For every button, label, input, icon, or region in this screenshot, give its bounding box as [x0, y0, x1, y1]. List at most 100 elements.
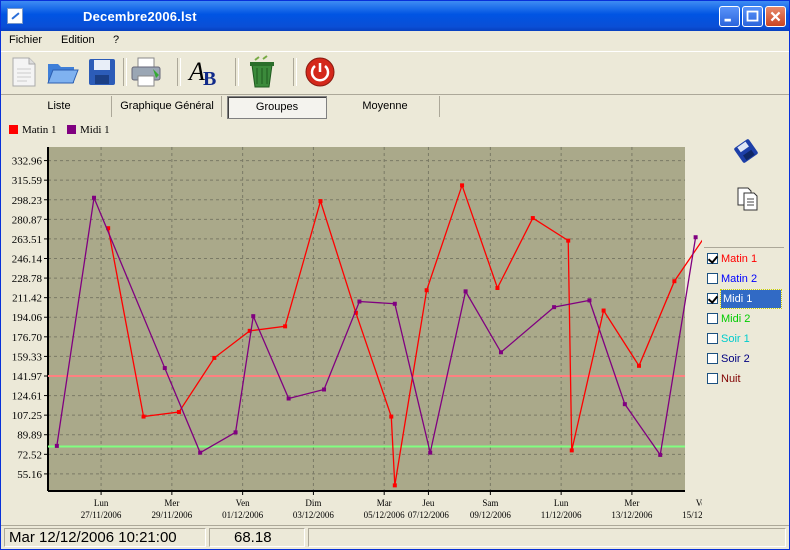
data-point [92, 195, 97, 200]
x-tick-label-date: 05/12/2006 [364, 510, 406, 520]
data-point [286, 396, 291, 401]
series-item-soir-1[interactable]: Soir 1 [706, 330, 782, 348]
series-label: Midi 1 [720, 289, 782, 309]
x-tick-label-date: 03/12/2006 [293, 510, 335, 520]
data-point [318, 199, 323, 204]
tab-liste[interactable]: Liste [7, 96, 112, 117]
series-item-matin-1[interactable]: Matin 1 [706, 250, 782, 268]
data-point [566, 238, 571, 243]
tab-strip: Liste Graphique Général Groupes Moyenne [1, 95, 789, 119]
x-tick-label-date: 27/11/2006 [81, 510, 122, 520]
tab-moyenne[interactable]: Moyenne [331, 96, 440, 117]
save-icon[interactable] [85, 55, 119, 89]
series-item-midi-2[interactable]: Midi 2 [706, 310, 782, 328]
data-point [283, 324, 288, 329]
svg-text:B: B [203, 68, 216, 89]
legend-swatch [9, 125, 18, 134]
new-icon[interactable] [7, 55, 41, 89]
status-value: 68.18 [209, 528, 305, 547]
data-point [672, 279, 677, 284]
toolbar: AB [1, 51, 789, 95]
chart-panel: Matin 1 Midi 1 332.96 315.59 298.23 280.87 2… [3, 121, 702, 521]
tab-groupes[interactable]: Groupes [227, 96, 327, 119]
y-tick-label: 246.14 [12, 254, 43, 266]
data-point [622, 402, 627, 407]
data-point [357, 299, 362, 304]
x-tick-label-date: 09/12/2006 [470, 510, 512, 520]
checkbox[interactable] [707, 353, 718, 364]
close-button[interactable] [765, 6, 786, 27]
print-icon[interactable] [129, 55, 163, 89]
checkbox[interactable] [707, 273, 718, 284]
data-point [392, 301, 397, 306]
status-datetime: Mar 12/12/2006 10:21:00 [4, 528, 206, 547]
data-point [552, 305, 557, 310]
data-point [636, 363, 641, 368]
series-label: Soir 2 [721, 353, 750, 365]
y-tick-label: 141.97 [12, 371, 43, 383]
title-bar[interactable]: Decembre2006.lst [1, 1, 789, 31]
legend-label: Matin 1 [22, 124, 57, 136]
line-chart: 332.96 315.59 298.23 280.87 263.51 246.14 228.… [12, 147, 702, 520]
x-tick-label-day: Mar [377, 498, 392, 508]
checkbox[interactable] [707, 373, 718, 384]
checkbox[interactable] [707, 313, 718, 324]
data-point [424, 288, 429, 293]
menu-edition[interactable]: Edition [61, 34, 95, 46]
checkbox[interactable] [707, 253, 718, 264]
data-point [198, 450, 203, 455]
right-panel: Matin 1 Matin 2 Midi 1 Midi 2 Soir 1 Soi… [704, 121, 789, 521]
y-tick-label: 228.78 [12, 273, 43, 285]
data-point [428, 450, 433, 455]
x-tick-label-date: 01/12/2006 [222, 510, 264, 520]
toolbar-separator [293, 58, 297, 86]
menu-help[interactable]: ? [113, 34, 119, 46]
data-point [162, 366, 167, 371]
checkbox[interactable] [707, 333, 718, 344]
chart-legend: Matin 1 Midi 1 [3, 121, 702, 139]
power-icon[interactable] [303, 55, 337, 89]
y-tick-label: 298.23 [12, 195, 43, 207]
series-item-midi-1[interactable]: Midi 1 [706, 289, 782, 309]
window-title: Decembre2006.lst [83, 9, 197, 24]
x-tick-label-date: 15/12/2006 [682, 510, 702, 520]
y-tick-label: 159.33 [12, 351, 43, 363]
menu-fichier[interactable]: Fichier [9, 34, 42, 46]
toolbar-separator [177, 58, 181, 86]
data-point [460, 183, 465, 188]
y-tick-label: 315.59 [12, 175, 43, 187]
recycle-bin-icon[interactable] [245, 55, 279, 89]
tab-graphique-general[interactable]: Graphique Général [113, 96, 222, 117]
data-point [176, 410, 181, 415]
x-tick-label-day: Lun [554, 498, 569, 508]
font-icon[interactable]: AB [187, 55, 221, 90]
y-tick-label: 263.51 [12, 234, 42, 246]
x-tick-label-date: 13/12/2006 [611, 510, 653, 520]
data-point [392, 483, 397, 488]
legend-label: Midi 1 [80, 124, 110, 136]
y-tick-label: 89.89 [17, 430, 42, 442]
data-point [569, 448, 574, 453]
y-tick-label: 211.42 [12, 293, 42, 305]
series-item-soir-2[interactable]: Soir 2 [706, 350, 782, 368]
open-folder-icon[interactable] [45, 55, 79, 89]
checkbox[interactable] [707, 293, 718, 304]
menu-bar: Fichier Edition ? [1, 31, 789, 51]
save-chart-icon[interactable] [732, 137, 760, 165]
data-point [141, 414, 146, 419]
maximize-button[interactable] [742, 6, 763, 27]
series-item-nuit[interactable]: Nuit [706, 370, 782, 388]
series-label: Matin 2 [721, 273, 758, 285]
minimize-icon [724, 18, 731, 22]
data-point [233, 430, 238, 435]
copy-icon[interactable] [734, 185, 762, 213]
minimize-button[interactable] [719, 6, 740, 27]
app-icon [7, 8, 23, 24]
toolbar-separator [235, 58, 239, 86]
y-tick-label: 280.87 [12, 214, 43, 226]
y-tick-label: 176.70 [12, 332, 43, 344]
series-item-matin-2[interactable]: Matin 2 [706, 270, 782, 288]
status-bar: Mar 12/12/2006 10:21:00 68.18 [1, 525, 789, 549]
x-tick-label-day: Ven [696, 498, 702, 508]
series-label: Soir 1 [721, 333, 750, 345]
